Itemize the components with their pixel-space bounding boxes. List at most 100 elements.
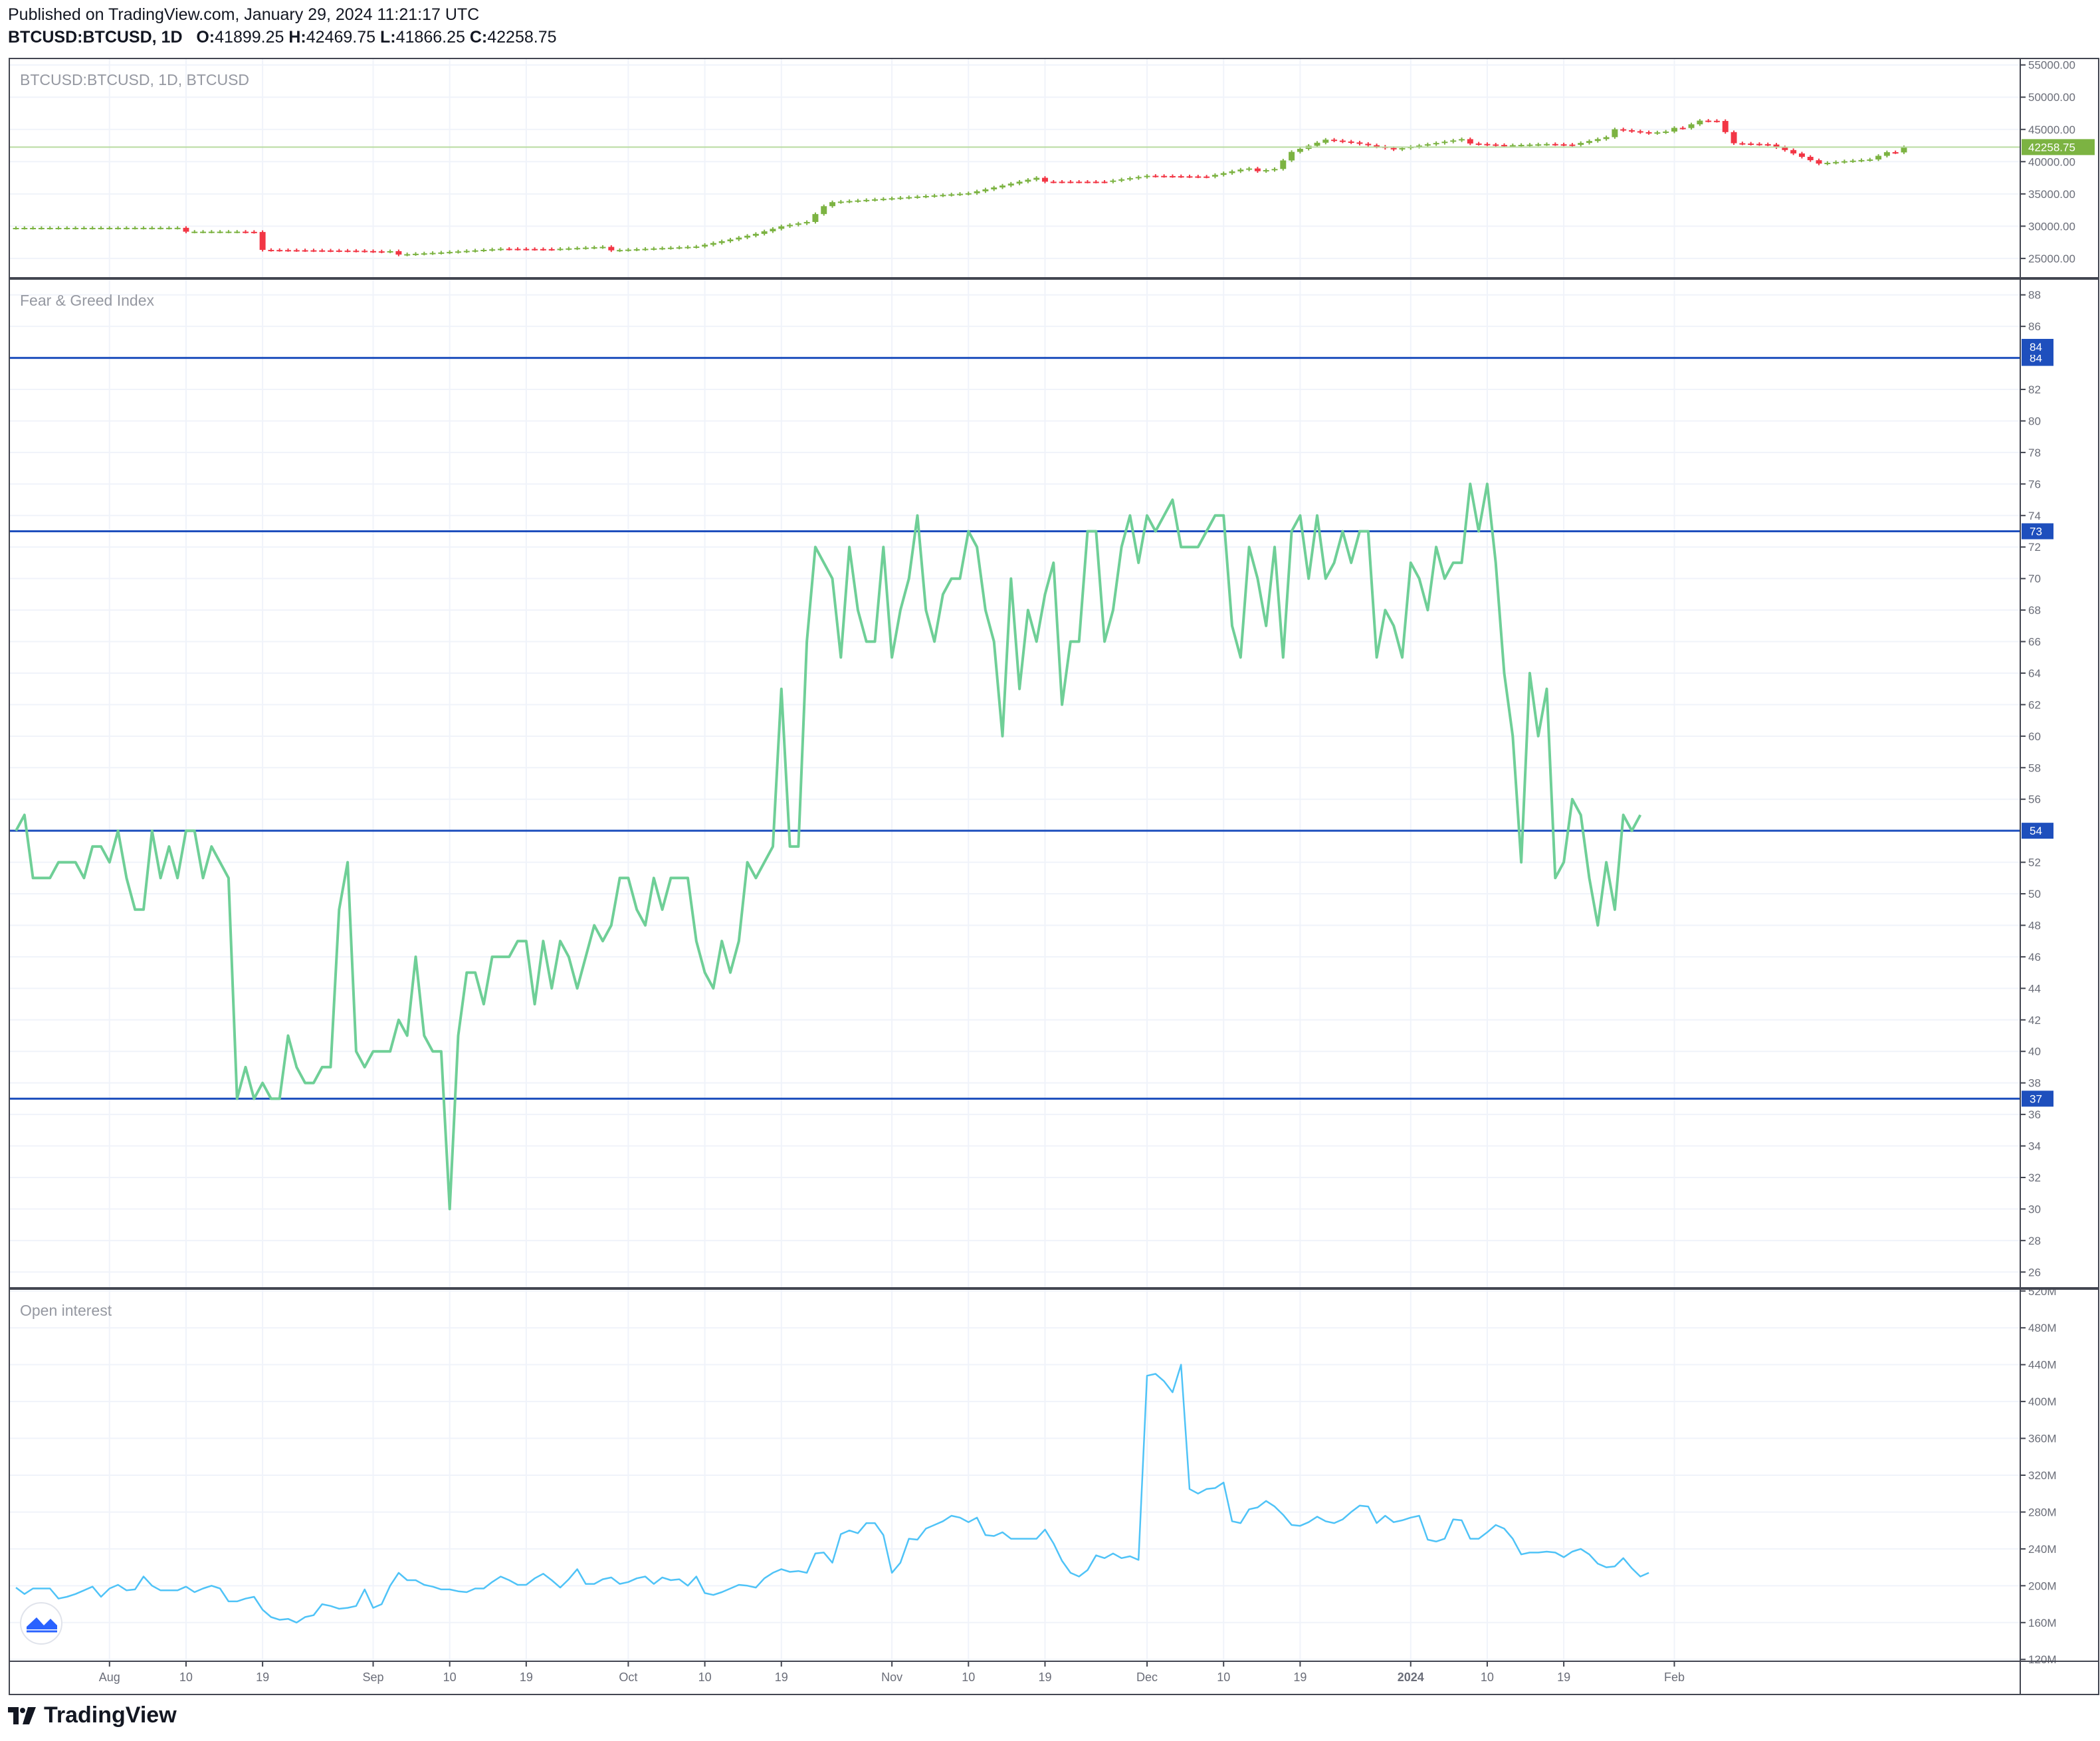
candle-body	[1867, 159, 1873, 161]
y-tick-label: 280M	[2028, 1506, 2057, 1518]
candle-body	[1645, 132, 1652, 134]
y-tick-label: 88	[2028, 289, 2041, 302]
candle-body	[1348, 141, 1354, 143]
fear-greed-pane[interactable]: 88 86 82 80 78 76 74 72 70 68 66 64 62 60 58 56 52 50 48 46…	[9, 279, 2053, 1288]
candle-body	[1603, 137, 1610, 140]
y-tick-label: 240M	[2028, 1543, 2057, 1556]
candle-body	[1467, 139, 1473, 144]
candle-body	[1816, 160, 1822, 164]
candle-body	[217, 231, 223, 233]
candle-body	[395, 251, 402, 255]
candle-body	[98, 227, 104, 229]
open-interest-line	[15, 1364, 1649, 1624]
candle-body	[13, 228, 19, 230]
x-tick-label: 10	[1481, 1671, 1494, 1684]
candle-body	[582, 247, 589, 249]
candle-body	[795, 223, 801, 225]
oi-axis[interactable]: 520M 480M 440M 400M 360M 320M 280M 240M 200M 160M…	[2020, 1285, 2057, 1666]
y-tick-label: 320M	[2028, 1469, 2057, 1482]
candle-body	[149, 227, 156, 229]
candle-body	[1118, 179, 1125, 181]
candle-body	[1807, 157, 1814, 161]
candle-body	[1339, 140, 1346, 142]
candle-body	[251, 231, 257, 233]
chart-canvas[interactable]: 55000.00 50000.00 45000.00 40000.00 35000.00…	[0, 0, 2100, 1741]
candle-body	[1697, 120, 1703, 125]
candle-body	[225, 231, 232, 233]
candle-body	[1186, 176, 1193, 178]
y-tick-label: 62	[2028, 698, 2041, 711]
y-tick-label: 78	[2028, 447, 2041, 459]
y-tick-label: 52	[2028, 857, 2041, 869]
candle-body	[1594, 139, 1601, 142]
candle-body	[47, 227, 53, 229]
pane-borders	[9, 58, 2099, 1695]
candle-body	[625, 249, 631, 251]
candle-body	[336, 251, 342, 253]
y-tick-label: 38	[2028, 1077, 2041, 1090]
candle-body	[702, 245, 708, 247]
y-tick-label: 160M	[2028, 1617, 2057, 1629]
candle-body	[1739, 143, 1746, 145]
fgi-axis[interactable]: 88 86 82 80 78 76 74 72 70 68 66 64 62 60 58 56 52 50 48 46…	[2020, 289, 2053, 1279]
candle-body	[1101, 181, 1108, 183]
x-tick-label: Nov	[881, 1671, 902, 1684]
price-grid	[9, 58, 2020, 278]
candle-body	[727, 239, 734, 242]
candle-body	[1059, 181, 1065, 183]
candle-body	[89, 227, 96, 229]
x-tick-label: 10	[962, 1671, 975, 1684]
candle-body	[106, 227, 113, 229]
price-axis[interactable]: 55000.00 50000.00 45000.00 40000.00 35000.00…	[2020, 59, 2095, 265]
footer-brand[interactable]: TradingView	[8, 1702, 177, 1728]
open-interest-pane[interactable]: 520M 480M 440M 400M 360M 320M 280M 240M 200M 160M…	[9, 1285, 2057, 1666]
candle-body	[455, 251, 461, 253]
y-tick-label: 480M	[2028, 1322, 2057, 1334]
y-tick-label: 440M	[2028, 1359, 2057, 1372]
candle-body	[55, 227, 62, 229]
candle-body	[1679, 128, 1686, 130]
y-tick-label: 70	[2028, 573, 2041, 585]
candle-body	[532, 249, 538, 251]
y-tick-label: 66	[2028, 636, 2041, 649]
price-pane[interactable]: 55000.00 50000.00 45000.00 40000.00 35000.00…	[9, 58, 2095, 278]
candle-body	[684, 247, 691, 249]
candle-body	[1560, 144, 1567, 146]
y-tick-label: 32	[2028, 1172, 2041, 1184]
candle-body	[1824, 163, 1831, 165]
candle-body	[21, 227, 28, 229]
candle-body	[72, 227, 79, 229]
candle-body	[1093, 181, 1099, 183]
candle-body	[752, 233, 759, 236]
y-tick-label: 200M	[2028, 1580, 2057, 1592]
candle-body	[1620, 129, 1627, 131]
candle-body	[548, 249, 555, 251]
candle-body	[1135, 177, 1142, 179]
candle-body	[1204, 176, 1210, 178]
candle-body	[174, 227, 181, 229]
candle-body	[1518, 145, 1524, 147]
candle-body	[64, 227, 70, 229]
candle-body	[1365, 144, 1372, 146]
candle-body	[608, 247, 615, 251]
candle-body	[1356, 142, 1363, 144]
x-tick-label: 19	[1038, 1671, 1051, 1684]
tradingview-logo-icon	[8, 1706, 36, 1724]
candle-body	[514, 249, 521, 251]
time-axis[interactable]: Aug 10 19 Sep 10 19 Oct 10 19 Nov 10 19 Dec 10 19 2024 1…	[99, 1661, 1685, 1684]
candle-body	[837, 201, 844, 203]
candle-body	[906, 197, 912, 199]
logo-bubble-icon[interactable]	[20, 1602, 62, 1645]
candle-body	[821, 206, 827, 215]
y-tick-label: 74	[2028, 510, 2041, 522]
y-tick-label: 44	[2028, 982, 2041, 995]
candle-body	[165, 227, 172, 229]
candle-body	[1246, 168, 1253, 170]
time-axis-border	[9, 1661, 2099, 1695]
candle-body	[1526, 144, 1533, 146]
candle-body	[1220, 173, 1227, 175]
candle-body	[1025, 179, 1031, 182]
candle-body	[429, 253, 436, 255]
candle-body	[38, 227, 45, 229]
candle-body	[1892, 152, 1899, 154]
